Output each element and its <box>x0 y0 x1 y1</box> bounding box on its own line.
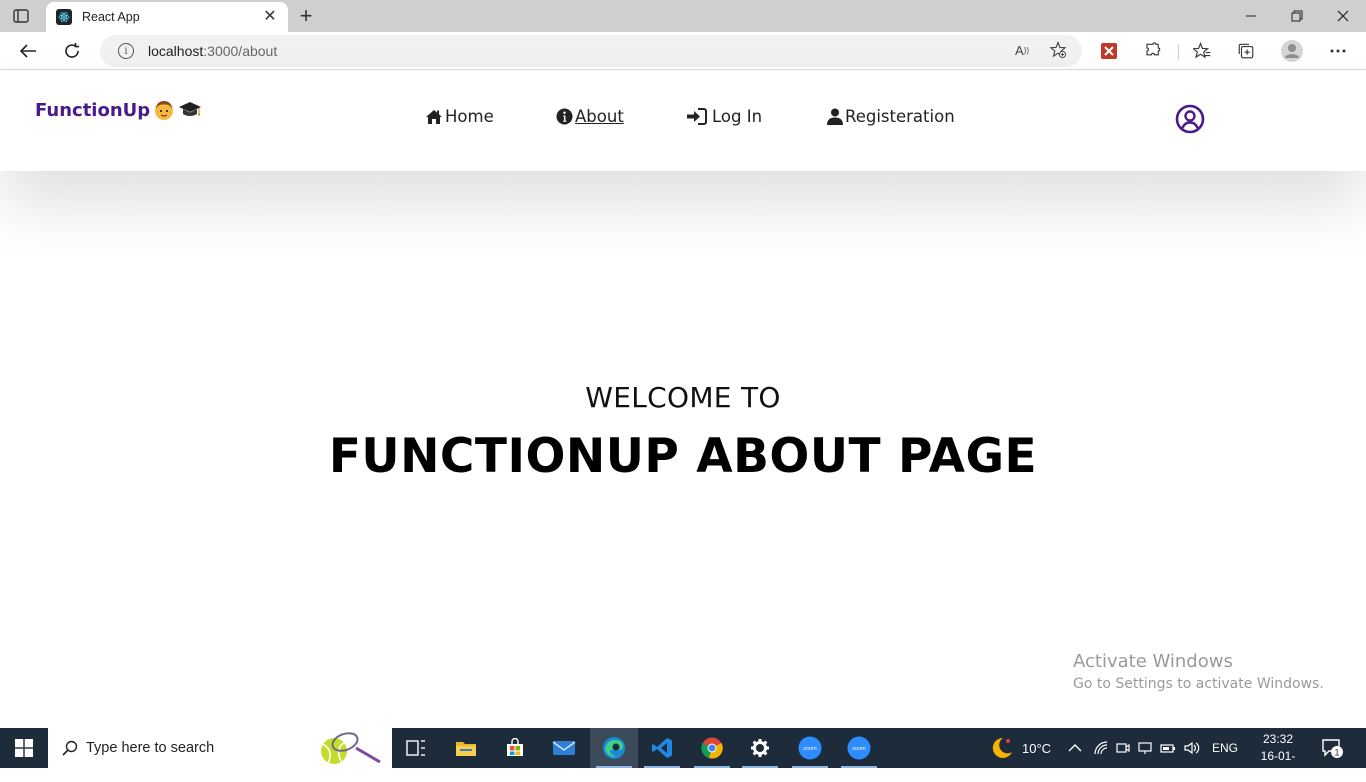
input-language[interactable]: ENG <box>1212 741 1238 755</box>
moon-icon <box>992 737 1012 758</box>
nav-item-registration[interactable]: Registeration <box>827 107 955 126</box>
task-view-icon[interactable] <box>392 728 440 768</box>
mail-icon[interactable] <box>540 728 588 768</box>
watermark-subtitle: Go to Settings to activate Windows. <box>1073 676 1324 692</box>
volume-icon[interactable] <box>1184 741 1200 755</box>
browser-tab[interactable]: React App ✕ <box>46 2 288 32</box>
clock-time: 23:32 <box>1262 732 1294 746</box>
site-navbar: FunctionUp Home About Log In Registerati… <box>0 71 1366 171</box>
sign-in-icon <box>687 108 707 125</box>
zoom-app-icon[interactable]: zoom <box>786 728 834 768</box>
url-text: localhost:3000/about <box>148 43 278 59</box>
settings-gear-icon[interactable] <box>736 728 784 768</box>
microsoft-store-icon[interactable] <box>491 728 539 768</box>
windows-taskbar: Type here to search zoom zoom 10°C ENG 2… <box>0 728 1366 780</box>
tab-close-icon[interactable]: ✕ <box>262 9 278 25</box>
brand-name: FunctionUp <box>35 99 151 121</box>
svg-text:zoom: zoom <box>852 746 866 752</box>
boy-face-icon <box>153 99 175 121</box>
file-explorer-icon[interactable] <box>442 728 490 768</box>
read-aloud-icon[interactable]: A)) <box>1009 37 1035 63</box>
toolbar-divider <box>1178 44 1179 60</box>
svg-text:zoom: zoom <box>803 746 817 752</box>
more-options-icon[interactable] <box>1323 36 1353 66</box>
browser-toolbar: i localhost:3000/about A)) <box>0 32 1366 70</box>
activate-windows-watermark: Activate Windows Go to Settings to activ… <box>1073 651 1324 692</box>
network-icon[interactable] <box>1094 741 1108 755</box>
hero-title: FUNCTIONUP ABOUT PAGE <box>328 429 1038 484</box>
weather-widget[interactable]: 10°C <box>988 728 1051 768</box>
extensions-puzzle-icon[interactable] <box>1138 36 1168 66</box>
brand-logo[interactable]: FunctionUp <box>35 99 202 121</box>
nav-item-label: About <box>575 107 624 126</box>
hero-subtitle: WELCOME TO <box>585 381 781 414</box>
window-close-icon[interactable] <box>1320 0 1366 32</box>
site-info-icon[interactable]: i <box>118 43 134 59</box>
search-placeholder: Type here to search <box>86 740 215 756</box>
nav-item-login[interactable]: Log In <box>687 107 762 126</box>
extension-app-icon[interactable] <box>1094 36 1124 66</box>
user-icon <box>827 108 843 125</box>
tennis-ball-icon <box>321 732 381 764</box>
tray-icons[interactable]: ENG <box>1068 728 1238 768</box>
nav-item-label: Log In <box>712 107 763 126</box>
meet-now-icon[interactable] <box>1116 741 1130 755</box>
watermark-title: Activate Windows <box>1073 651 1233 672</box>
favorites-icon[interactable] <box>1187 36 1217 66</box>
home-icon <box>426 109 442 124</box>
nav-item-label: Registeration <box>845 107 955 126</box>
collections-icon[interactable] <box>1231 36 1261 66</box>
restore-icon[interactable] <box>1274 0 1320 32</box>
back-arrow-icon[interactable] <box>13 36 43 66</box>
notification-center-icon[interactable]: 1 <box>1320 736 1344 760</box>
weather-temperature: 10°C <box>1022 740 1052 756</box>
chevron-up-icon[interactable] <box>1068 743 1082 753</box>
nav-item-label: Home <box>445 107 494 126</box>
profile-avatar-icon[interactable] <box>1277 36 1307 66</box>
vscode-icon[interactable] <box>638 728 686 768</box>
nav-item-about[interactable]: About <box>556 107 624 126</box>
battery-icon[interactable] <box>1160 741 1176 755</box>
add-favorite-icon[interactable] <box>1045 37 1071 63</box>
react-icon <box>56 9 72 25</box>
address-bar[interactable]: i localhost:3000/about <box>100 35 1082 67</box>
browser-tab-bar: React App ✕ + <box>0 0 1366 32</box>
new-tab-icon[interactable]: + <box>294 3 318 28</box>
display-icon[interactable] <box>1138 741 1152 755</box>
info-icon <box>556 108 573 125</box>
tab-actions-icon[interactable] <box>10 6 32 26</box>
minimize-icon[interactable] <box>1228 0 1274 32</box>
tab-title: React App <box>82 10 140 24</box>
notification-count: 1 <box>1334 748 1339 758</box>
graduation-cap-icon <box>178 100 202 120</box>
search-icon <box>62 740 78 756</box>
user-account-icon[interactable] <box>1175 104 1205 134</box>
edge-browser-icon[interactable] <box>590 728 638 768</box>
nav-item-home[interactable]: Home <box>425 107 494 126</box>
windows-start-icon[interactable] <box>0 728 48 768</box>
taskbar-search-box[interactable]: Type here to search <box>48 728 392 768</box>
zoom-app-icon[interactable]: zoom <box>835 728 883 768</box>
hero-section: WELCOME TO FUNCTIONUP ABOUT PAGE <box>0 171 1366 728</box>
system-clock[interactable]: 23:32 16-01-2023 <box>1250 731 1306 782</box>
chrome-icon[interactable] <box>688 728 736 768</box>
refresh-icon[interactable] <box>57 36 87 66</box>
clock-date: 16-01-2023 <box>1260 749 1296 780</box>
